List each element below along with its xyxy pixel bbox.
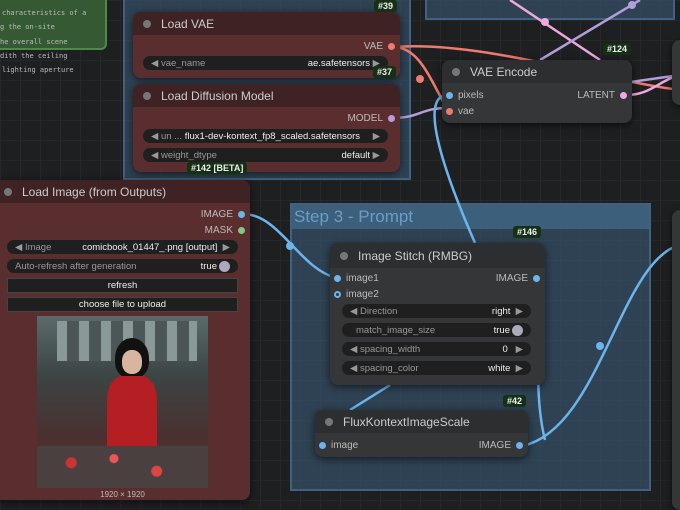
slot-label: IMAGE — [201, 209, 233, 220]
node-status-dot — [143, 20, 151, 28]
node-badge: #124 — [603, 43, 631, 55]
pin[interactable] — [238, 227, 245, 234]
slot-label: IMAGE — [479, 440, 511, 451]
weight-dtype-select[interactable]: ◀ weight_dtypedefault ▶ — [143, 148, 388, 162]
pin[interactable] — [334, 291, 341, 298]
load-image-node[interactable]: Load Image (from Outputs) IMAGE MASK ◀ I… — [0, 180, 250, 500]
node-status-dot — [143, 92, 151, 100]
widget-value: true — [201, 261, 217, 272]
widget-label: spacing_color — [360, 363, 419, 374]
widget-value: true — [494, 325, 510, 336]
widget-label: un ... — [161, 131, 182, 142]
node-badge: #146 — [513, 226, 541, 238]
slot-label: VAE — [364, 41, 383, 52]
pin[interactable] — [238, 211, 245, 218]
widget-label: spacing_width — [360, 344, 420, 355]
widget-label: Direction — [360, 306, 398, 317]
node-title: Image Stitch (RMBG) — [358, 249, 472, 263]
pin[interactable] — [446, 108, 453, 115]
pin[interactable] — [516, 442, 523, 449]
widget-label: weight_dtype — [161, 150, 217, 161]
node-badge: #142 [BETA] — [187, 162, 247, 174]
image-dimensions: 1920 × 1920 — [37, 490, 208, 499]
slot-label: IMAGE — [496, 273, 528, 284]
toggle-knob — [512, 325, 523, 336]
flux-kontext-image-scale-node[interactable]: FluxKontextImageScale image IMAGE — [315, 410, 528, 457]
spacing-color-select[interactable]: ◀ spacing_colorwhite ▶ — [342, 361, 531, 375]
node-title: Load Image (from Outputs) — [22, 185, 166, 199]
output-mask[interactable]: MASK — [205, 225, 245, 236]
pin[interactable] — [446, 92, 453, 99]
slot-label: image2 — [346, 289, 379, 300]
input-image[interactable]: image — [319, 440, 358, 451]
node-status-dot — [340, 252, 348, 260]
direction-select[interactable]: ◀ Directionright ▶ — [342, 304, 531, 318]
widget-label: match_image_size — [356, 325, 435, 336]
wire-stitch-scale — [350, 385, 390, 410]
vae-encode-node[interactable]: VAE Encode pixels vae LATENT — [442, 60, 632, 123]
widget-value: white — [488, 363, 510, 374]
output-image[interactable]: IMAGE — [479, 440, 523, 451]
widget-value: flux1-dev-kontext_fp8_scaled.safetensors — [185, 131, 360, 142]
slot-label: vae — [458, 106, 474, 117]
widget-label: vae_name — [161, 58, 205, 69]
image-select[interactable]: ◀ Imagecomicbook_01447_.png [output] ▶ — [7, 240, 238, 254]
slot-label: LATENT — [577, 90, 615, 101]
output-image[interactable]: IMAGE — [496, 273, 540, 284]
pin[interactable] — [319, 442, 326, 449]
partial-node-right-top[interactable] — [672, 40, 680, 105]
refresh-button[interactable]: refresh — [7, 278, 238, 293]
node-badge: #39 — [374, 0, 397, 12]
widget-value: default — [342, 150, 371, 161]
input-image2[interactable]: image2 — [334, 289, 379, 300]
spacing-width-stepper[interactable]: ◀ spacing_width0 ▶ — [342, 342, 531, 356]
node-title: VAE Encode — [470, 65, 537, 79]
input-pixels[interactable]: pixels — [446, 90, 484, 101]
vae-name-select[interactable]: ◀ vae_nameae.safetensors ▶ — [143, 56, 388, 70]
slot-label: pixels — [458, 90, 484, 101]
input-image1[interactable]: image1 — [334, 273, 379, 284]
widget-value: 0 — [502, 344, 507, 355]
widget-value: comicbook_01447_.png [output] — [82, 242, 217, 253]
node-status-dot — [325, 418, 333, 426]
match-image-size-toggle[interactable]: match_image_size true — [342, 323, 531, 337]
pin[interactable] — [620, 92, 627, 99]
output-latent[interactable]: LATENT — [577, 90, 627, 101]
node-title: Load VAE — [161, 17, 214, 31]
partial-node-right-bottom[interactable] — [672, 210, 680, 510]
slot-label: MASK — [205, 225, 233, 236]
image-stitch-node[interactable]: Image Stitch (RMBG) image1 image2 IMAGE … — [330, 243, 545, 385]
unet-name-select[interactable]: ◀ un ... flux1-dev-kontext_fp8_scaled.sa… — [143, 129, 388, 143]
slot-label: image1 — [346, 273, 379, 284]
pin[interactable] — [334, 275, 341, 282]
slot-label: MODEL — [347, 113, 383, 124]
widget-label: Image — [25, 242, 51, 253]
widget-label: Auto-refresh after generation — [15, 261, 136, 272]
output-model[interactable]: MODEL — [347, 113, 395, 124]
node-badge: #42 — [503, 395, 526, 407]
node-title: FluxKontextImageScale — [343, 415, 470, 429]
input-vae[interactable]: vae — [446, 106, 474, 117]
widget-value: ae.safetensors — [308, 58, 370, 69]
slot-label: image — [331, 440, 358, 451]
auto-refresh-toggle[interactable]: Auto-refresh after generation true — [7, 259, 238, 273]
widget-value: right — [492, 306, 510, 317]
upload-button[interactable]: choose file to upload — [7, 297, 238, 312]
output-vae[interactable]: VAE — [364, 41, 395, 52]
toggle-knob — [219, 261, 230, 272]
node-title: Load Diffusion Model — [161, 89, 274, 103]
image-preview — [37, 316, 208, 488]
pin[interactable] — [533, 275, 540, 282]
load-vae-node[interactable]: Load VAE VAE ◀ vae_nameae.safetensors ▶ — [133, 12, 400, 78]
load-diffusion-model-node[interactable]: Load Diffusion Model MODEL ◀ un ... flux… — [133, 84, 400, 172]
node-badge: #37 — [373, 66, 396, 78]
pin[interactable] — [388, 43, 395, 50]
output-image[interactable]: IMAGE — [201, 209, 245, 220]
pin[interactable] — [388, 115, 395, 122]
node-status-dot — [4, 188, 12, 196]
node-status-dot — [452, 68, 460, 76]
